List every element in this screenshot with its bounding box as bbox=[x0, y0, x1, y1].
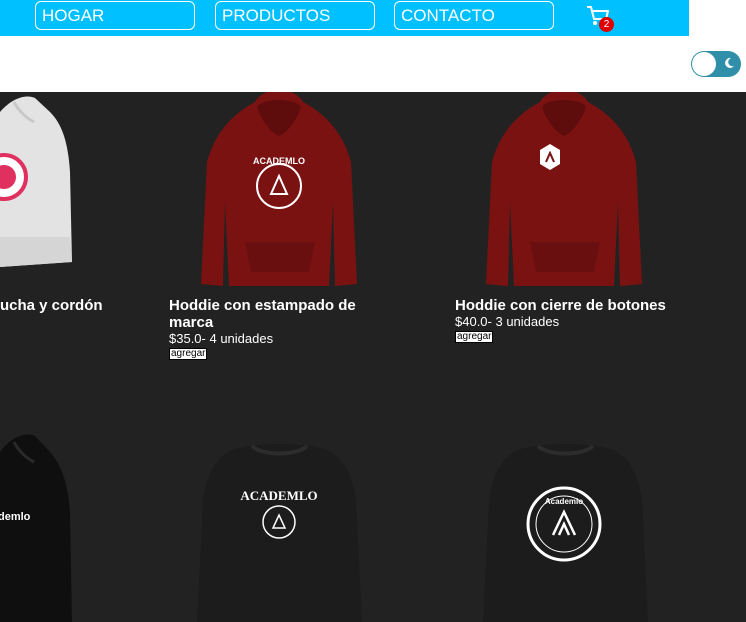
products-grid: ucha y cordón ACADEMLO Hoddie con estamp… bbox=[0, 92, 746, 622]
product-print-text: ACADEMLO bbox=[240, 488, 317, 503]
product-title: ucha y cordón bbox=[0, 297, 103, 314]
product-title: Hoddie con cierre de botones bbox=[455, 297, 666, 314]
product-image: ACADEMLO bbox=[197, 444, 362, 622]
toggle-knob bbox=[692, 52, 716, 76]
product-image: Academlo bbox=[483, 444, 648, 622]
product-title: Hoddie con estampado de marca bbox=[169, 297, 356, 331]
product-image bbox=[0, 96, 72, 267]
cart-button[interactable]: 2 bbox=[585, 4, 617, 32]
cart-count-badge: 2 bbox=[599, 17, 614, 32]
add-to-cart-button[interactable]: agregar bbox=[169, 348, 208, 360]
product-print-text: demlo bbox=[0, 511, 31, 523]
top-navbar: HOGAR PRODUCTOS CONTACTO 2 bbox=[0, 0, 689, 36]
nav-home-button[interactable]: HOGAR bbox=[35, 1, 195, 30]
product-print-text: Academlo bbox=[545, 497, 583, 506]
product-price: $35.0- 4 unidades bbox=[169, 331, 274, 346]
theme-toggle[interactable] bbox=[691, 51, 741, 77]
product-print-text: ACADEMLO bbox=[253, 156, 305, 166]
product-image: ACADEMLO bbox=[201, 92, 357, 286]
product-price: $40.0- 3 unidades bbox=[455, 314, 560, 329]
nav-products-button[interactable]: PRODUCTOS bbox=[215, 1, 375, 30]
product-image bbox=[486, 92, 642, 286]
add-to-cart-button[interactable]: agregar bbox=[455, 331, 494, 343]
moon-icon bbox=[725, 57, 734, 68]
nav-contact-button[interactable]: CONTACTO bbox=[394, 1, 554, 30]
product-image: demlo bbox=[0, 434, 72, 622]
